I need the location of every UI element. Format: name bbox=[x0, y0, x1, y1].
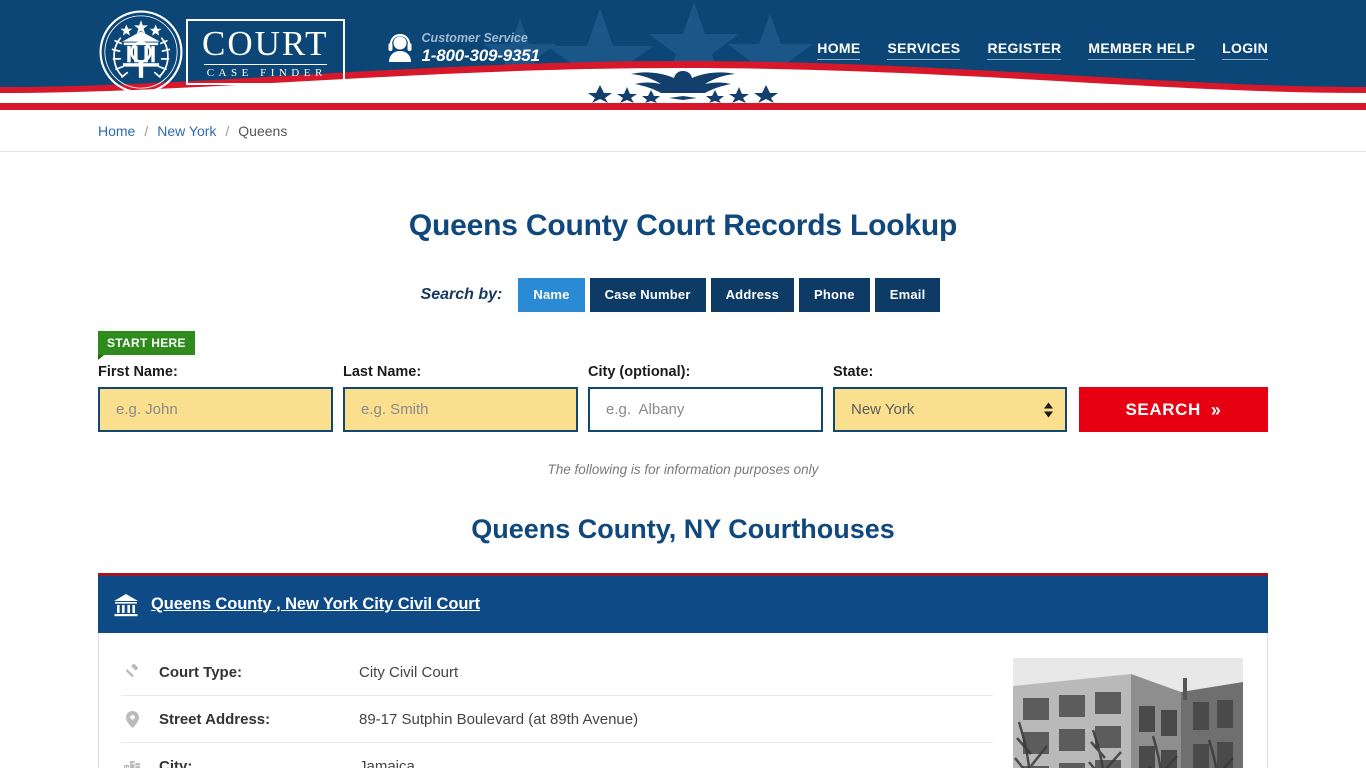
tab-email[interactable]: Email bbox=[874, 278, 941, 312]
last-name-label: Last Name: bbox=[343, 364, 422, 380]
last-name-field-group: Last Name: bbox=[343, 364, 578, 432]
search-button-label: SEARCH bbox=[1125, 399, 1201, 419]
court-detail-row: Street Address: 89-17 Sutphin Boulevard … bbox=[121, 696, 993, 743]
court-detail-value: 89-17 Sutphin Boulevard (at 89th Avenue) bbox=[359, 710, 639, 728]
start-here-wrapper: START HERE bbox=[98, 331, 1268, 360]
breadcrumb-separator: / bbox=[225, 123, 230, 139]
customer-service-phone: 1-800-309-9351 bbox=[421, 46, 540, 65]
state-label: State: bbox=[833, 364, 874, 380]
section-title: Queens County, NY Courthouses bbox=[471, 514, 895, 544]
search-button[interactable]: SEARCH » bbox=[1078, 387, 1268, 432]
state-field-group: State: New York bbox=[833, 364, 1067, 432]
state-select[interactable]: New York bbox=[833, 387, 1067, 432]
tab-phone[interactable]: Phone bbox=[799, 278, 870, 312]
court-detail-label: City: bbox=[159, 757, 193, 768]
site-logo[interactable]: COURT CASE FINDER bbox=[98, 9, 345, 95]
gavel-icon bbox=[121, 664, 143, 680]
page-title: Queens County Court Records Lookup bbox=[408, 209, 958, 242]
info-purposes-note: The following is for information purpose… bbox=[547, 462, 819, 477]
state-select-value: New York bbox=[851, 401, 915, 418]
breadcrumb-home[interactable]: Home bbox=[98, 123, 135, 139]
breadcrumb-current: Queens bbox=[238, 123, 288, 139]
city-input[interactable] bbox=[588, 387, 823, 432]
main-navigation: HOME SERVICES REGISTER MEMBER HELP LOGIN bbox=[817, 40, 1268, 60]
map-pin-icon bbox=[121, 710, 143, 728]
customer-service-label: Customer Service bbox=[421, 31, 528, 45]
nav-item-login[interactable]: LOGIN bbox=[1222, 40, 1268, 60]
court-detail-list: Court Type: City Civil Court Street Addr… bbox=[121, 649, 1013, 768]
logo-wordmark: COURT CASE FINDER bbox=[186, 19, 345, 85]
city-field-group: City (optional): bbox=[588, 364, 823, 432]
court-detail-row: Court Type: City Civil Court bbox=[121, 649, 993, 696]
nav-item-home[interactable]: HOME bbox=[817, 40, 861, 60]
court-emblem-icon bbox=[99, 10, 183, 94]
last-name-input[interactable] bbox=[343, 387, 578, 432]
city-label: City (optional): bbox=[588, 364, 691, 380]
select-stepper-arrows-icon bbox=[1043, 402, 1053, 417]
nav-item-services[interactable]: SERVICES bbox=[887, 40, 961, 60]
nav-item-register[interactable]: REGISTER bbox=[987, 40, 1062, 60]
court-detail-label: Court Type: bbox=[159, 663, 243, 681]
court-detail-label: Street Address: bbox=[159, 710, 271, 728]
court-detail-value: Jamaica bbox=[359, 757, 415, 768]
tab-name[interactable]: Name bbox=[518, 278, 585, 312]
courthouse-bank-icon bbox=[114, 593, 138, 616]
breadcrumb-separator: / bbox=[144, 123, 149, 139]
main-content: Queens County Court Records Lookup Searc… bbox=[98, 209, 1268, 768]
court-detail-value: City Civil Court bbox=[359, 663, 459, 681]
court-card-body: Court Type: City Civil Court Street Addr… bbox=[98, 633, 1268, 768]
breadcrumb-bar: Home / New York / Queens bbox=[0, 110, 1366, 152]
court-photo-column bbox=[1013, 649, 1245, 768]
court-card: Queens County , New York City Civil Cour… bbox=[98, 573, 1268, 768]
court-detail-row: City: Jamaica bbox=[121, 743, 993, 768]
first-name-field-group: First Name: bbox=[98, 364, 333, 432]
search-by-label: Search by: bbox=[420, 286, 503, 303]
first-name-label: First Name: bbox=[98, 364, 178, 380]
nav-item-member-help[interactable]: MEMBER HELP bbox=[1088, 40, 1196, 60]
site-header: COURT CASE FINDER Customer Service 1-800… bbox=[0, 0, 1366, 103]
tab-address[interactable]: Address bbox=[710, 278, 795, 312]
city-icon bbox=[121, 759, 143, 768]
tab-case-number[interactable]: Case Number bbox=[589, 278, 706, 312]
logo-title: COURT bbox=[202, 24, 329, 63]
start-here-badge: START HERE bbox=[98, 331, 195, 360]
headset-support-icon bbox=[388, 33, 412, 62]
first-name-input[interactable] bbox=[98, 387, 333, 432]
customer-service-block: Customer Service 1-800-309-9351 bbox=[387, 31, 540, 66]
double-chevron-right-icon: » bbox=[1210, 399, 1222, 420]
breadcrumb-state[interactable]: New York bbox=[157, 123, 216, 139]
courthouse-photo bbox=[1013, 658, 1243, 768]
search-by-tabs: Search by: Name Case Number Address Phon… bbox=[98, 278, 1268, 312]
court-search-form: First Name: Last Name: City (optional): … bbox=[98, 364, 1268, 432]
breadcrumb: Home / New York / Queens bbox=[98, 110, 1268, 152]
court-card-title[interactable]: Queens County , New York City Civil Cour… bbox=[151, 595, 480, 614]
header-red-divider bbox=[0, 103, 1366, 110]
logo-subtitle: CASE FINDER bbox=[206, 67, 327, 79]
logo-divider bbox=[204, 64, 327, 65]
court-card-header[interactable]: Queens County , New York City Civil Cour… bbox=[98, 576, 1268, 633]
